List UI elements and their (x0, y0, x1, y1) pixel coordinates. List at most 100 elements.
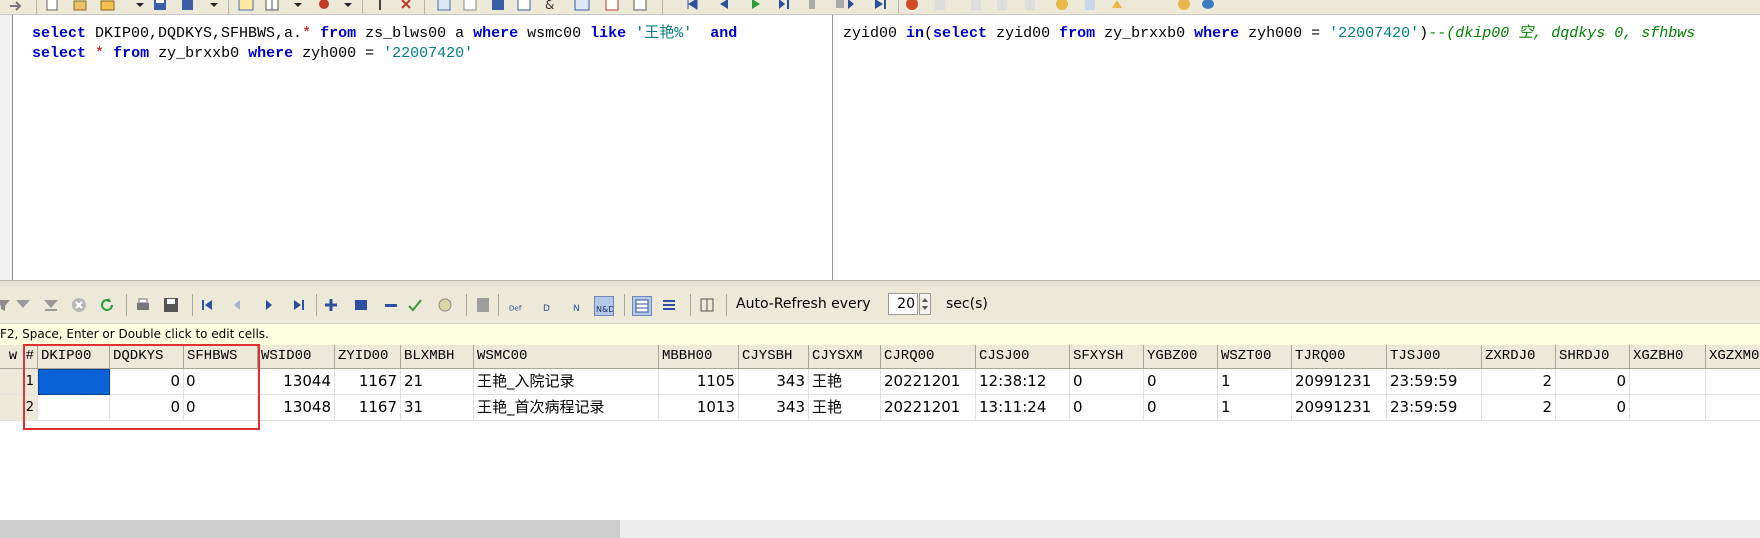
step-back-icon[interactable] (716, 0, 732, 12)
open-file-icon[interactable] (72, 0, 88, 12)
cell-zxrdj0[interactable]: 2 (1482, 395, 1556, 421)
pause-icon[interactable] (804, 0, 820, 12)
commit-icon[interactable] (904, 0, 920, 12)
dropdown-arrow-icon[interactable] (290, 0, 306, 12)
fit-columns-icon[interactable] (698, 296, 716, 314)
filter-icon[interactable] (0, 296, 12, 314)
last-record-icon[interactable] (290, 296, 308, 314)
new-file-icon[interactable] (44, 0, 60, 12)
cell-dqdkys[interactable]: 0 (110, 369, 184, 395)
cell-xgzbh0[interactable] (1630, 369, 1706, 395)
cell-dqdkys[interactable]: 0 (110, 395, 184, 421)
cell-zyid00[interactable]: 1167 (335, 395, 401, 421)
scrollbar-thumb[interactable] (0, 520, 620, 538)
cell-cjysxm[interactable]: 王艳 (809, 395, 881, 421)
editor-split-divider[interactable] (832, 15, 833, 281)
nd-icon[interactable]: N&D (594, 296, 614, 316)
cell-ygbz00[interactable]: 0 (1144, 369, 1218, 395)
cell-cjsj00[interactable]: 13:11:24 (976, 395, 1070, 421)
column-header-shrdj0[interactable]: SHRDJ0 (1556, 345, 1630, 369)
code-assistant-icon[interactable] (490, 0, 506, 12)
ampersand-icon[interactable]: & (542, 0, 558, 12)
cell-dkip00[interactable] (38, 395, 110, 421)
cell-tjrq00[interactable]: 20991231 (1292, 395, 1387, 421)
delete-record-icon[interactable] (382, 296, 400, 314)
cell-tjsj00[interactable]: 23:59:59 (1387, 395, 1482, 421)
column-header-wsmc00[interactable]: WSMC00 (474, 345, 659, 369)
default-icon[interactable]: Def (508, 296, 526, 314)
column-header-ygbz00[interactable]: YGBZ00 (1144, 345, 1218, 369)
record-view-icon[interactable] (660, 296, 678, 314)
column-header-cjysxm[interactable]: CJYSXM (809, 345, 881, 369)
row-number[interactable]: 1 (0, 369, 38, 395)
cell-xgzxm0[interactable] (1706, 369, 1760, 395)
cell-dkip00[interactable] (38, 369, 110, 395)
filter-icon[interactable] (14, 296, 32, 314)
cell-wsmc00[interactable]: 王艳_首次病程记录 (474, 395, 659, 421)
d-icon[interactable]: D (538, 296, 556, 314)
cell-zyid00[interactable]: 1167 (335, 369, 401, 395)
row-number-header[interactable]: w # (0, 345, 38, 369)
pin-icon[interactable] (398, 0, 414, 12)
column-header-cjysbh[interactable]: CJYSBH (739, 345, 809, 369)
n-icon[interactable]: N (568, 296, 586, 314)
cell-shrdj0[interactable]: 0 (1556, 395, 1630, 421)
save-icon[interactable] (162, 296, 180, 314)
insert-multiple-icon[interactable] (352, 296, 370, 314)
explorer-icon[interactable] (1082, 0, 1098, 12)
connection-icon[interactable] (994, 0, 1010, 12)
column-header-zxrdj0[interactable]: ZXRDJ0 (1482, 345, 1556, 369)
cell-mbbh00[interactable]: 1013 (659, 395, 739, 421)
sort-icon[interactable] (372, 0, 388, 12)
cell-sfxysh[interactable]: 0 (1070, 369, 1144, 395)
db-icon[interactable] (1054, 0, 1070, 12)
cell-shrdj0[interactable]: 0 (1556, 369, 1630, 395)
filter-clear-icon[interactable] (42, 296, 60, 314)
format-icon[interactable] (604, 0, 620, 12)
column-header-wszt00[interactable]: WSZT00 (1218, 345, 1292, 369)
horizontal-scrollbar[interactable] (0, 520, 1760, 538)
cell-cjysbh[interactable]: 343 (739, 369, 809, 395)
first-record-icon[interactable] (198, 296, 216, 314)
save-all-icon[interactable] (180, 0, 196, 12)
calculator-icon[interactable] (474, 296, 492, 314)
column-header-wsid00[interactable]: WSID00 (258, 345, 335, 369)
grid-view-icon[interactable] (632, 296, 652, 316)
post-icon[interactable] (406, 296, 424, 314)
macro-icon[interactable] (1110, 0, 1126, 12)
autocomplete-icon[interactable] (238, 0, 254, 12)
cell-zxrdj0[interactable]: 2 (1482, 369, 1556, 395)
grid-icon[interactable] (632, 0, 648, 12)
column-header-xgzxm0[interactable]: XGZXM0 (1706, 345, 1760, 369)
cancel-edit-icon[interactable] (436, 296, 454, 314)
refresh-icon[interactable] (98, 296, 116, 314)
print-icon[interactable] (134, 296, 152, 314)
cell-wsmc00[interactable]: 王艳_入院记录 (474, 369, 659, 395)
cell-sfhbws[interactable]: 0 (184, 369, 258, 395)
cell-wszt00[interactable]: 1 (1218, 369, 1292, 395)
next-record-icon[interactable] (260, 296, 278, 314)
help-icon[interactable] (1176, 0, 1192, 12)
column-header-dqdkys[interactable]: DQDKYS (110, 345, 184, 369)
tools-icon[interactable] (316, 0, 332, 12)
cell-wsid00[interactable]: 13044 (258, 369, 335, 395)
cell-tjrq00[interactable]: 20991231 (1292, 369, 1387, 395)
column-header-tjrq00[interactable]: TJRQ00 (1292, 345, 1387, 369)
row-number[interactable]: 2 (0, 395, 38, 421)
describe-icon[interactable] (574, 0, 590, 12)
monitor-icon[interactable] (1022, 0, 1038, 12)
prior-record-icon[interactable] (228, 296, 246, 314)
cell-blxmbh[interactable]: 31 (401, 395, 474, 421)
column-header-cjrq00[interactable]: CJRQ00 (881, 345, 976, 369)
column-header-xgzbh0[interactable]: XGZBH0 (1630, 345, 1706, 369)
step-over-icon[interactable] (776, 0, 792, 12)
cell-cjrq00[interactable]: 20221201 (881, 369, 976, 395)
database-icon[interactable] (1200, 0, 1216, 12)
column-header-cjsj00[interactable]: CJSJ00 (976, 345, 1070, 369)
cell-cjysbh[interactable]: 343 (739, 395, 809, 421)
session-icon[interactable] (968, 0, 984, 12)
explain-plan-icon[interactable] (462, 0, 478, 12)
column-header-dkip00[interactable]: DKIP00 (38, 345, 110, 369)
cell-xgzxm0[interactable] (1706, 395, 1760, 421)
insert-record-icon[interactable] (322, 296, 340, 314)
